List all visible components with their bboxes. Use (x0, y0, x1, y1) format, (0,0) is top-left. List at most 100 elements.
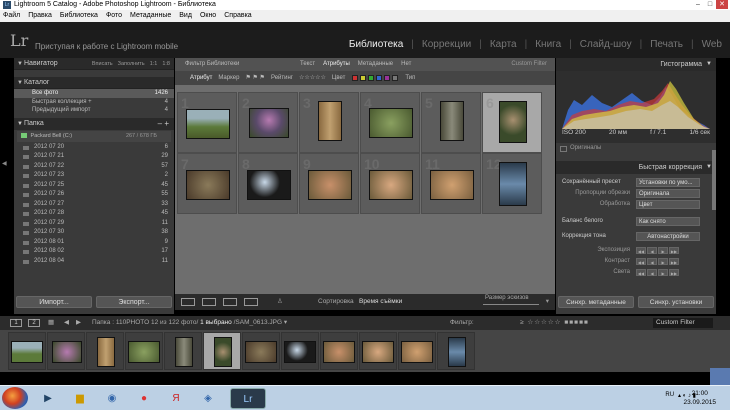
media-player-icon[interactable]: ▶ (34, 388, 62, 409)
menu-window[interactable]: Окно (200, 10, 216, 22)
folder-item[interactable]: 2012 08 01 9 (14, 238, 174, 248)
module-print[interactable]: Печать (650, 39, 683, 50)
filmstrip-thumb-selected[interactable] (203, 332, 241, 370)
lightroom-taskbar-icon[interactable]: Lr (230, 388, 266, 409)
exposure-steppers[interactable]: ◀◀ ◀ ▶ ▶▶ (636, 247, 680, 254)
nav-fill[interactable]: Заполнить (118, 58, 145, 70)
maximize-button[interactable]: □ (704, 0, 716, 9)
grid-cell[interactable]: 1 (177, 92, 237, 153)
close-button[interactable]: ✕ (716, 0, 728, 9)
grid-cell[interactable]: 5 (421, 92, 481, 153)
page-2-button[interactable]: 2 (28, 319, 40, 327)
filmstrip-thumb[interactable] (398, 332, 436, 370)
survey-view-icon[interactable] (244, 298, 258, 306)
back-arrow-icon[interactable]: ◀ (64, 316, 69, 330)
folder-item[interactable]: 2012 07 30 38 (14, 228, 174, 238)
grid-cell[interactable]: 11 (421, 153, 481, 214)
rating-stars-icon[interactable]: ☆☆☆☆☆ (299, 71, 326, 85)
filmstrip-thumb[interactable] (8, 332, 46, 370)
grid-cell[interactable]: 8 (238, 153, 298, 214)
menu-view[interactable]: Вид (179, 10, 192, 22)
filmstrip-thumb[interactable] (320, 332, 358, 370)
filter-tab-attribute[interactable]: Атрибуты (323, 58, 350, 71)
folder-item[interactable]: 2012 07 26 55 (14, 190, 174, 200)
color-chips[interactable] (351, 71, 399, 85)
filmstrip-thumb[interactable] (125, 332, 163, 370)
module-develop[interactable]: Коррекции (422, 39, 471, 50)
histogram-header[interactable]: Гистограмма ▼ (556, 58, 716, 71)
module-map[interactable]: Карта (490, 39, 517, 50)
folder-item[interactable]: 2012 07 23 2 (14, 171, 174, 181)
menu-photo[interactable]: Фото (106, 10, 122, 22)
menu-edit[interactable]: Правка (28, 10, 52, 22)
module-library[interactable]: Библиотека (349, 39, 403, 50)
filmstrip-scroll-button[interactable] (710, 368, 730, 385)
menu-library[interactable]: Библиотека (60, 10, 98, 22)
folder-item[interactable]: 2012 07 27 33 (14, 200, 174, 210)
sync-metadata-button[interactable]: Синхр. метаданные (558, 296, 634, 308)
folder-item[interactable]: 2012 08 04 11 (14, 257, 174, 267)
module-slideshow[interactable]: Слайд-шоу (580, 39, 632, 50)
white-balance-dropdown[interactable]: Как снято (636, 217, 700, 226)
chrome-icon[interactable]: ● (130, 388, 158, 409)
grid-cell[interactable]: 9 (299, 153, 359, 214)
filter-tab-text[interactable]: Текст (300, 58, 315, 71)
catalog-item-all-photos[interactable]: Все фото 1426 (14, 89, 174, 98)
nav-fit[interactable]: Вписать (92, 58, 113, 70)
filter-tab-none[interactable]: Нет (401, 58, 411, 71)
folder-item[interactable]: 2012 08 02 17 (14, 247, 174, 257)
filmstrip-thumb[interactable] (242, 332, 280, 370)
filmstrip-rating-stars-icon[interactable]: ≥ ☆☆☆☆☆ ■■■■■ (520, 316, 589, 330)
filter-tab-metadata[interactable]: Метаданные (358, 58, 393, 71)
folders-header[interactable]: ▼ Папка – + (14, 117, 174, 130)
minimize-button[interactable]: – (692, 0, 704, 9)
contrast-steppers[interactable]: ◀◀ ◀ ▶ ▶▶ (636, 258, 680, 265)
filmstrip-thumb[interactable] (437, 332, 475, 370)
thumbnail-size-slider[interactable] (483, 304, 539, 305)
folder-item[interactable]: 2012 07 28 45 (14, 209, 174, 219)
import-button[interactable]: Импорт... (16, 296, 92, 308)
left-panel-toggle-icon[interactable]: ◀ (2, 160, 7, 167)
grid-cell[interactable]: 10 (360, 153, 420, 214)
lang-indicator[interactable]: RU (665, 392, 674, 399)
forward-arrow-icon[interactable]: ▶ (76, 316, 81, 330)
navigator-header[interactable]: ▼ Навигатор Вписать Заполнить 1:1 1:8 (14, 58, 174, 70)
menu-file[interactable]: Файл (3, 10, 20, 22)
filmstrip-custom-filter-dropdown[interactable]: Custom Filter (653, 318, 713, 328)
clock[interactable]: 21:00 23.09.2015 (683, 389, 716, 407)
filmstrip-thumb[interactable] (86, 332, 124, 370)
saved-preset-dropdown[interactable]: Установки по умо... (636, 178, 700, 187)
folder-item[interactable]: 2012 07 22 57 (14, 162, 174, 172)
folder-item[interactable]: 2012 07 25 45 (14, 181, 174, 191)
custom-filter-dropdown[interactable]: Custom Filter (511, 58, 547, 71)
filmstrip-thumb[interactable] (47, 332, 85, 370)
grid-icon[interactable]: ▦ (48, 316, 54, 330)
show-originals-toggle[interactable]: Оригиналы (556, 143, 716, 153)
folder-item[interactable]: 2012 07 29 11 (14, 219, 174, 229)
module-book[interactable]: Книга (535, 39, 561, 50)
catalog-header[interactable]: ▼ Каталог (14, 77, 174, 89)
toolbar-menu-icon[interactable]: ▾ (546, 294, 549, 310)
painter-icon[interactable]: ♙ (277, 294, 283, 310)
module-web[interactable]: Web (702, 39, 722, 50)
compare-view-icon[interactable] (223, 298, 237, 306)
quick-develop-header[interactable]: Быстрая коррекция ▼ (556, 161, 716, 174)
grid-cell[interactable]: 7 (177, 153, 237, 214)
flag-icons[interactable]: ⚑ ⚑ ⚑ (245, 71, 264, 85)
export-button[interactable]: Экспорт... (96, 296, 172, 308)
identity-text[interactable]: Приступая к работе с Lightroom mobile (35, 42, 178, 51)
catalog-item-quick-collection[interactable]: Быстрая коллекция +4 (14, 98, 174, 107)
menu-metadata[interactable]: Метаданные (130, 10, 171, 22)
crop-ratio-dropdown[interactable]: Оригинала (636, 189, 700, 198)
loupe-view-icon[interactable] (202, 298, 216, 306)
sort-dropdown[interactable]: Время съёмки (359, 294, 402, 310)
treatment-dropdown[interactable]: Цвет (636, 200, 700, 209)
page-1-button[interactable]: 1 (10, 319, 22, 327)
dropdown-arrow-icon[interactable]: ▾ (284, 319, 287, 326)
catalog-item-previous-import[interactable]: Предыдущий импорт 4 (14, 106, 174, 115)
start-button-icon[interactable] (2, 387, 28, 409)
grid-cell[interactable]: 2 (238, 92, 298, 153)
nav-1-1[interactable]: 1:1 (150, 58, 158, 70)
sync-settings-button[interactable]: Синхр. установки (638, 296, 714, 308)
grid-cell[interactable]: 3 (299, 92, 359, 153)
